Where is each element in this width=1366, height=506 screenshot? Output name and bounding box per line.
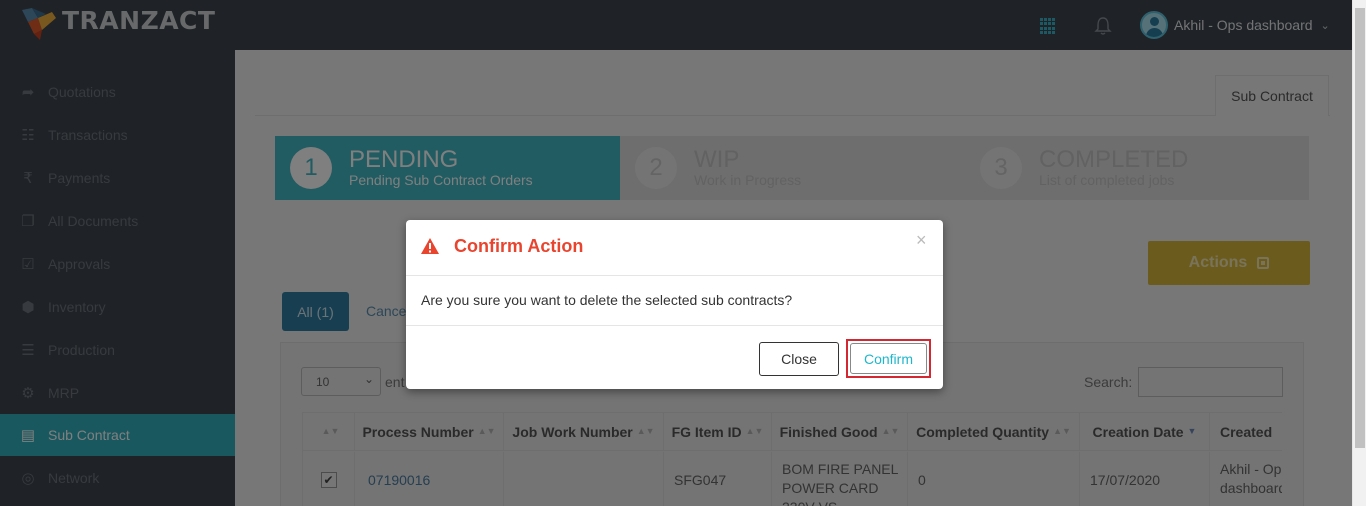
confirm-action-dialog: Confirm Action × Are you sure you want t… <box>406 220 943 389</box>
dialog-message: Are you sure you want to delete the sele… <box>421 292 793 308</box>
confirm-highlight: Confirm <box>846 339 931 378</box>
dialog-header: Confirm Action × <box>406 220 943 276</box>
warning-icon <box>421 238 439 254</box>
close-button[interactable]: Close <box>759 342 839 376</box>
close-icon[interactable]: × <box>916 230 927 251</box>
scrollbar-thumb[interactable] <box>1355 8 1365 448</box>
confirm-button[interactable]: Confirm <box>850 343 927 374</box>
dialog-footer: Close Confirm <box>406 325 943 389</box>
page-scrollbar[interactable] <box>1352 0 1366 506</box>
dialog-title: Confirm Action <box>454 236 584 256</box>
